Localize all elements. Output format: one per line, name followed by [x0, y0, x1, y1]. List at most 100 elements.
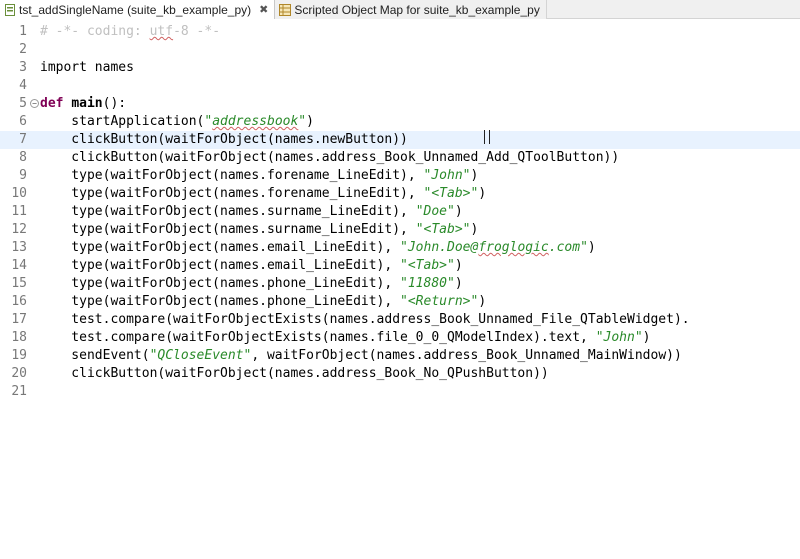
text-cursor-icon — [484, 130, 490, 144]
code-editor[interactable]: 1 # -*- coding: utf-8 -*- 2 3 import names 4 5… — [0, 20, 800, 559]
code-token: addressbook — [212, 114, 299, 129]
line-number: 13 — [11, 240, 27, 255]
code-token: type(waitForObject(names.forename_LineEd… — [40, 186, 424, 201]
python-file-icon — [5, 3, 15, 16]
tab-label: tst_addSingleName (suite_kb_example_py) — [19, 2, 252, 17]
editor-tab-bar: tst_addSingleName (suite_kb_example_py) … — [0, 0, 800, 19]
code-token: clickButton(waitForObject(names.newButto… — [40, 132, 408, 147]
object-map-icon — [279, 3, 292, 16]
tab-label: Scripted Object Map for suite_kb_example… — [294, 2, 540, 17]
code-line[interactable]: 3 import names — [0, 59, 800, 77]
code-token: type(waitForObject(names.surname_LineEdi… — [40, 222, 416, 237]
code-line[interactable]: 21 — [0, 383, 800, 401]
tab-object-map[interactable]: Scripted Object Map for suite_kb_example… — [275, 0, 547, 19]
code-token: "John.Doe@ — [400, 240, 479, 255]
code-token: ) — [454, 276, 463, 291]
code-line[interactable]: 1 # -*- coding: utf-8 -*- — [0, 23, 800, 41]
code-line[interactable]: 20 clickButton(waitForObject(names.addre… — [0, 365, 800, 383]
code-token: clickButton(waitForObject(names.address_… — [40, 150, 620, 165]
code-line[interactable]: 14 type(waitForObject(names.email_LineEd… — [0, 257, 800, 275]
code-line[interactable]: 18 test.compare(waitForObjectExists(name… — [0, 329, 800, 347]
code-token: "<Return>" — [400, 294, 479, 309]
code-text: startApplication("addressbook") — [40, 113, 314, 131]
line-number: 4 — [19, 78, 27, 93]
line-number: 2 — [19, 42, 27, 57]
code-text: clickButton(waitForObject(names.newButto… — [40, 131, 408, 149]
code-token: type(waitForObject(names.surname_LineEdi… — [40, 204, 416, 219]
code-token: type(waitForObject(names.email_LineEdit)… — [40, 258, 401, 273]
code-token: import — [40, 60, 87, 75]
code-token: ) — [470, 222, 479, 237]
fold-toggle-icon[interactable]: − — [30, 99, 39, 108]
line-number: 7 — [19, 132, 27, 147]
line-number: 10 — [11, 186, 27, 201]
code-token: ) — [454, 204, 463, 219]
code-token: "<Tab>" — [415, 222, 471, 237]
line-number: 5 — [19, 96, 27, 111]
code-token: ) — [642, 330, 651, 345]
code-text: type(waitForObject(names.surname_LineEdi… — [40, 221, 478, 239]
line-number: 20 — [11, 366, 27, 381]
code-line[interactable]: 7 clickButton(waitForObject(names.newBut… — [0, 131, 800, 149]
code-token: "<Tab>" — [423, 186, 479, 201]
line-number: 17 — [11, 312, 27, 327]
code-token: clickButton(waitForObject(names.address_… — [40, 366, 549, 381]
code-token: "<Tab>" — [400, 258, 455, 273]
code-text: type(waitForObject(names.phone_LineEdit)… — [40, 275, 463, 293]
code-line[interactable]: 5− def main(): — [0, 95, 800, 113]
code-token: type(waitForObject(names.phone_LineEdit)… — [40, 294, 401, 309]
code-token: main — [71, 96, 103, 111]
line-number: 3 — [19, 60, 27, 75]
code-line[interactable]: 6 startApplication("addressbook") — [0, 113, 800, 131]
code-text: type(waitForObject(names.forename_LineEd… — [40, 185, 486, 203]
line-number: 6 — [19, 114, 27, 129]
line-number: 9 — [19, 168, 27, 183]
code-line[interactable]: 12 type(waitForObject(names.surname_Line… — [0, 221, 800, 239]
tab-test-script[interactable]: tst_addSingleName (suite_kb_example_py) … — [0, 0, 276, 19]
code-token: " — [298, 114, 307, 129]
line-number: 12 — [11, 222, 27, 237]
code-text: test.compare(waitForObjectExists(names.f… — [40, 329, 651, 347]
line-number: 1 — [19, 24, 27, 39]
code-line[interactable]: 9 type(waitForObject(names.forename_Line… — [0, 167, 800, 185]
line-number: 14 — [11, 258, 27, 273]
code-text: clickButton(waitForObject(names.address_… — [40, 365, 549, 383]
code-token: # -*- coding: — [40, 24, 150, 39]
code-line[interactable]: 8 clickButton(waitForObject(names.addres… — [0, 149, 800, 167]
code-token: -8 -*- — [173, 24, 221, 39]
code-line[interactable]: 19 sendEvent("QCloseEvent", waitForObjec… — [0, 347, 800, 365]
line-number: 11 — [11, 204, 27, 219]
code-line[interactable]: 10 type(waitForObject(names.forename_Lin… — [0, 185, 800, 203]
code-token: test.compare(waitForObjectExists(names.a… — [40, 312, 690, 327]
code-text: type(waitForObject(names.surname_LineEdi… — [40, 203, 463, 221]
code-token: "John" — [423, 168, 471, 183]
code-line[interactable]: 15 type(waitForObject(names.phone_LineEd… — [0, 275, 800, 293]
code-token: type(waitForObject(names.forename_LineEd… — [40, 168, 424, 183]
code-token: ) — [478, 294, 487, 309]
line-number: 21 — [11, 384, 27, 399]
line-number: 8 — [19, 150, 27, 165]
code-token: startApplication( — [40, 114, 205, 129]
code-text: def main(): — [40, 95, 126, 113]
close-tab-icon[interactable]: ✖ — [259, 3, 268, 16]
code-token: froglogic — [478, 240, 549, 255]
code-line[interactable]: 11 type(waitForObject(names.surname_Line… — [0, 203, 800, 221]
code-token: test.compare(waitForObjectExists(names.f… — [40, 330, 596, 345]
code-line[interactable]: 2 — [0, 41, 800, 59]
code-text: type(waitForObject(names.forename_LineEd… — [40, 167, 478, 185]
code-text: sendEvent("QCloseEvent", waitForObject(n… — [40, 347, 682, 365]
code-text: type(waitForObject(names.email_LineEdit)… — [40, 257, 462, 275]
code-line[interactable]: 13 type(waitForObject(names.email_LineEd… — [0, 239, 800, 257]
code-line[interactable]: 4 — [0, 77, 800, 95]
code-text: type(waitForObject(names.phone_LineEdit)… — [40, 293, 486, 311]
code-token: ) — [306, 114, 314, 129]
code-token: "QCloseEvent" — [149, 348, 252, 363]
code-line[interactable]: 16 type(waitForObject(names.phone_LineEd… — [0, 293, 800, 311]
code-token: ) — [478, 186, 487, 201]
code-token: def — [40, 96, 72, 111]
line-number: 15 — [11, 276, 27, 291]
line-number: 19 — [11, 348, 27, 363]
code-text: clickButton(waitForObject(names.address_… — [40, 149, 619, 167]
code-token: "John" — [595, 330, 643, 345]
code-line[interactable]: 17 test.compare(waitForObjectExists(name… — [0, 311, 800, 329]
